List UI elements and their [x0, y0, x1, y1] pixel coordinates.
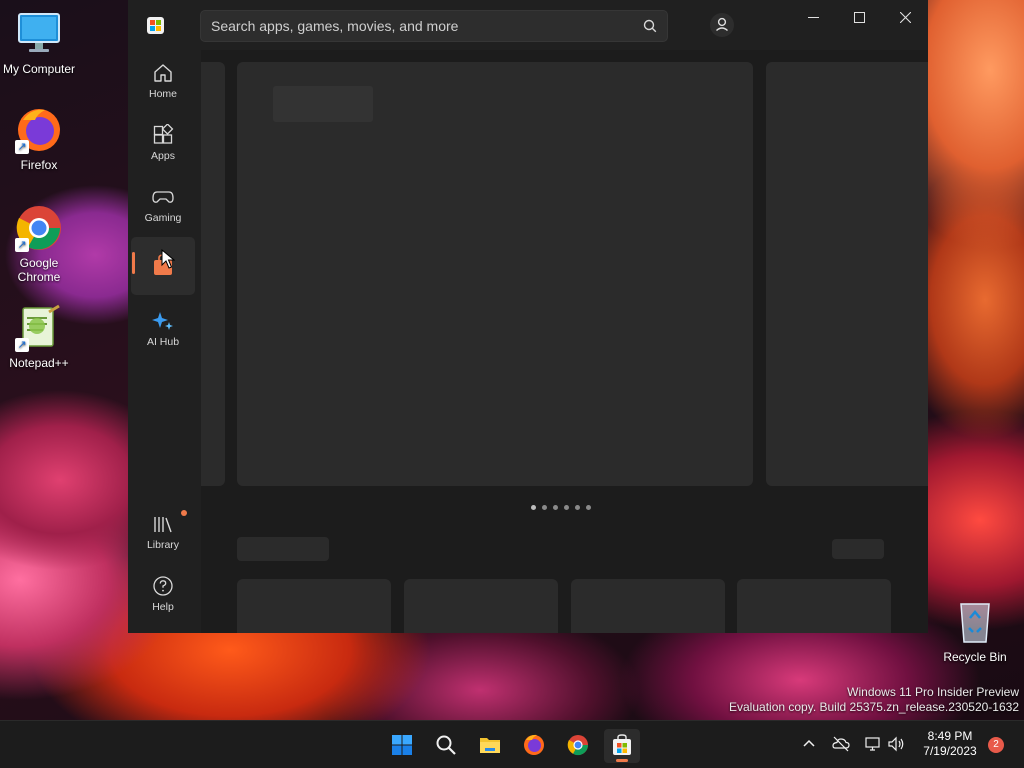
folder-icon	[480, 738, 500, 753]
taskbar-microsoft-store[interactable]	[604, 729, 640, 763]
watermark-line1: Windows 11 Pro Insider Preview	[847, 685, 1019, 699]
shortcut-arrow-icon: ↗	[15, 238, 29, 252]
search-input[interactable]	[201, 11, 667, 41]
hero-card-previous[interactable]	[201, 62, 225, 486]
chrome-icon	[567, 735, 589, 756]
nav-label-apps: Apps	[151, 150, 175, 162]
monitor-icon	[15, 10, 63, 58]
hero-card[interactable]	[237, 62, 753, 486]
nav-item-apps[interactable]: Apps	[131, 115, 195, 173]
nav-label-library: Library	[146, 539, 180, 551]
hero-card-next[interactable]	[766, 62, 928, 486]
desktop-icon-label: Firefox	[20, 158, 58, 172]
title-bar[interactable]	[128, 0, 928, 50]
search-icon[interactable]	[643, 19, 657, 33]
store-window: Home Apps Gaming	[128, 0, 928, 633]
hero-title-placeholder	[273, 86, 373, 122]
desktop-icon-firefox[interactable]: ↗ Firefox	[0, 106, 79, 172]
maximize-icon	[854, 12, 865, 23]
store-logo-icon	[147, 17, 164, 34]
content-area	[201, 50, 928, 633]
carousel-dot[interactable]	[531, 505, 536, 510]
home-icon	[152, 62, 174, 84]
app-card[interactable]	[237, 579, 391, 633]
close-icon	[900, 12, 911, 23]
chevron-up-icon[interactable]	[800, 735, 818, 753]
update-badge-dot	[181, 510, 187, 516]
desktop-icon-recycle-bin[interactable]: Recycle Bin	[935, 598, 1015, 664]
carousel-dots[interactable]	[531, 505, 591, 510]
running-indicator	[616, 759, 628, 762]
app-card[interactable]	[404, 579, 558, 633]
nav-item-home[interactable]: Home	[131, 53, 195, 111]
library-icon	[152, 513, 174, 535]
notepadpp-icon: ↗	[15, 304, 63, 352]
clock-time: 8:49 PM	[927, 729, 973, 743]
desktop-icon-label: Notepad++	[9, 356, 69, 370]
close-button[interactable]	[882, 3, 928, 33]
left-nav: Home Apps Gaming AI Hub Library Help	[128, 50, 201, 633]
carousel-dot[interactable]	[553, 505, 558, 510]
windows-logo-icon	[392, 735, 412, 755]
taskbar-chrome[interactable]	[560, 729, 596, 763]
taskbar: 8:49 PM 7/19/2023 2	[0, 720, 1024, 768]
watermark-line2: Evaluation copy. Build 25375.zn_release.…	[729, 700, 1019, 714]
chrome-icon: ↗	[15, 204, 63, 252]
windows-watermark: Windows 11 Pro Insider Preview Evaluatio…	[729, 685, 1019, 715]
minimize-icon	[808, 17, 819, 18]
network-icon[interactable]	[864, 735, 882, 753]
desktop-icon-label: Google Chrome	[17, 256, 61, 284]
help-icon	[152, 575, 174, 597]
search-icon	[436, 735, 456, 755]
ai-sparkle-icon	[152, 310, 174, 332]
nav-label-ai-hub: AI Hub	[146, 336, 180, 348]
desktop-icon-my-computer[interactable]: My Computer	[0, 10, 79, 76]
desktop-icon-chrome[interactable]: ↗ Google Chrome	[0, 204, 79, 284]
account-button[interactable]	[710, 13, 734, 37]
nav-label-home: Home	[148, 88, 177, 100]
nav-item-help[interactable]: Help	[131, 566, 195, 624]
taskbar-file-explorer[interactable]	[472, 729, 508, 763]
carousel-dot[interactable]	[564, 505, 569, 510]
carousel-dot[interactable]	[586, 505, 591, 510]
volume-icon[interactable]	[887, 735, 905, 753]
store-icon	[613, 734, 631, 755]
carousel-dot[interactable]	[575, 505, 580, 510]
nav-label-gaming: Gaming	[144, 212, 182, 224]
search-box[interactable]	[200, 10, 668, 42]
desktop-icon-label: My Computer	[2, 62, 76, 76]
nav-item-ai-hub[interactable]: AI Hub	[131, 301, 195, 359]
onedrive-offline-icon[interactable]	[832, 735, 850, 753]
taskbar-search-button[interactable]	[428, 729, 464, 763]
desktop-icon-notepadpp[interactable]: ↗ Notepad++	[0, 304, 79, 370]
nav-item-library[interactable]: Library	[131, 504, 195, 562]
apps-icon	[152, 123, 174, 146]
taskbar-firefox[interactable]	[516, 729, 552, 763]
clock-date: 7/19/2023	[923, 744, 977, 758]
minimize-button[interactable]	[790, 3, 836, 33]
active-nav-indicator	[132, 252, 135, 274]
maximize-button[interactable]	[836, 3, 882, 33]
carousel-dot[interactable]	[542, 505, 547, 510]
shortcut-arrow-icon: ↗	[15, 338, 29, 352]
start-button[interactable]	[384, 729, 420, 763]
notification-badge[interactable]: 2	[988, 737, 1004, 753]
gamepad-icon	[152, 186, 174, 208]
mouse-cursor-icon	[161, 249, 175, 269]
nav-label-help: Help	[152, 601, 174, 613]
recycle-bin-icon	[951, 598, 999, 646]
firefox-icon	[524, 734, 544, 755]
section-title-placeholder	[237, 537, 329, 561]
shortcut-arrow-icon: ↗	[15, 140, 29, 154]
firefox-icon: ↗	[15, 106, 63, 154]
person-icon	[716, 17, 728, 32]
see-all-placeholder[interactable]	[832, 539, 884, 559]
desktop-icon-label: Recycle Bin	[943, 650, 1007, 664]
nav-item-gaming[interactable]: Gaming	[131, 177, 195, 235]
app-card[interactable]	[737, 579, 891, 633]
app-card[interactable]	[571, 579, 725, 633]
taskbar-clock[interactable]: 8:49 PM 7/19/2023	[918, 729, 982, 759]
